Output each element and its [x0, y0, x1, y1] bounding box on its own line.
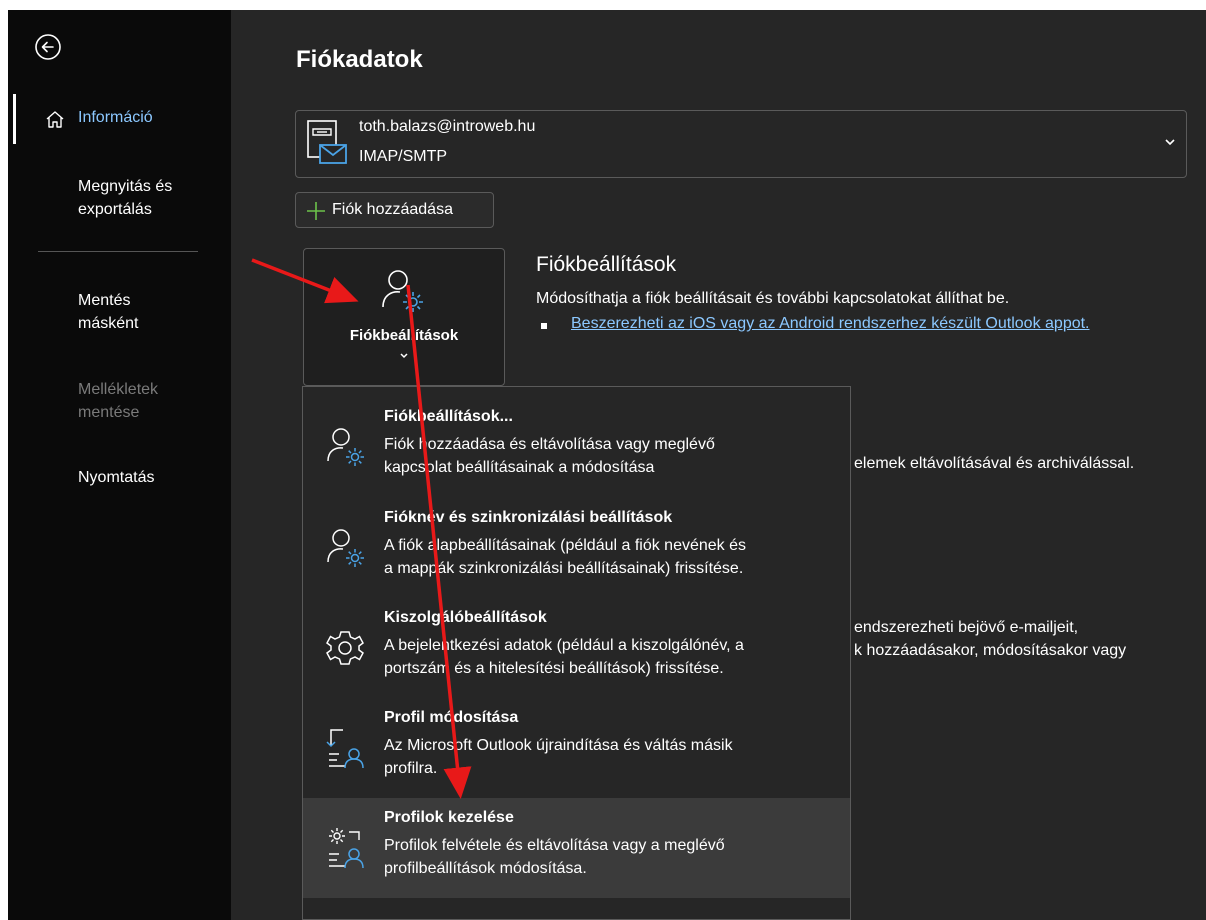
- menu-item-desc-line: a mappák szinkronizálási beállításainak)…: [384, 560, 744, 577]
- chevron-down-icon: [1165, 139, 1175, 146]
- nav-item-save-as-line2: másként: [78, 315, 139, 332]
- sidebar-divider: [38, 251, 198, 252]
- nav-item-info[interactable]: Információ: [8, 94, 231, 144]
- menu-item-desc-line: kapcsolat beállításainak a módosítása: [384, 459, 655, 476]
- account-settings-tile-label: Fiókbeállítások: [349, 327, 459, 344]
- menu-item-desc-line: profilra.: [384, 760, 438, 777]
- menu-item-desc-line: Profilok felvétele és eltávolítása vagy …: [384, 837, 725, 854]
- menu-item-description: Az Microsoft Outlook újraindítása és vál…: [384, 734, 824, 780]
- active-indicator: [13, 94, 16, 144]
- back-arrow-icon: [35, 34, 61, 60]
- menu-item-title: Fióknév és szinkronizálási beállítások: [384, 509, 673, 526]
- section-description: Módosíthatja a fiók beállításait és tová…: [536, 290, 1010, 307]
- plus-icon: [307, 202, 325, 220]
- account-selector[interactable]: toth.balazs@introweb.hu IMAP/SMTP: [295, 110, 1187, 178]
- menu-item-manage-profiles[interactable]: Profilok kezelése Profilok felvétele és …: [303, 798, 850, 898]
- menu-item-server-settings[interactable]: Kiszolgálóbeállítások A bejelentkezési a…: [303, 598, 850, 698]
- bullet: [541, 323, 547, 329]
- switch-profile-icon: [326, 729, 364, 769]
- add-account-label: Fiók hozzáadása: [332, 201, 453, 218]
- menu-item-description: Fiók hozzáadása és eltávolítása vagy meg…: [384, 433, 824, 479]
- menu-item-title: Kiszolgálóbeállítások: [384, 609, 547, 626]
- nav-item-open-export-line1: Megnyitás és: [78, 178, 173, 195]
- outlook-app-link[interactable]: Beszerezheti az iOS vagy az Android rend…: [571, 315, 1090, 333]
- menu-item-desc-line: portszám és a hitelesítési beállítások) …: [384, 660, 724, 677]
- nav-item-print[interactable]: Nyomtatás: [78, 466, 154, 489]
- account-settings-button[interactable]: Fiókbeállítások: [303, 248, 505, 386]
- nav-item-save-as[interactable]: Mentés másként: [78, 289, 138, 335]
- nav-item-open-export[interactable]: Megnyitás és exportálás: [78, 175, 172, 221]
- menu-item-desc-line: A fiók alapbeállításainak (például a fió…: [384, 537, 747, 554]
- nav-item-save-attachments: Mellékletek mentése: [78, 378, 158, 424]
- nav-item-save-attachments-line2: mentése: [78, 404, 140, 421]
- gear-icon: [326, 631, 364, 665]
- account-email: toth.balazs@introweb.hu: [359, 118, 536, 135]
- sidebar: Információ Megnyitás és exportálás Menté…: [8, 10, 231, 920]
- page-title: Fiókadatok: [296, 46, 423, 73]
- menu-item-title: Profilok kezelése: [384, 809, 514, 826]
- menu-item-desc-line: profilbeállítások módosítása.: [384, 860, 587, 877]
- person-gear-icon: [382, 270, 423, 312]
- menu-item-description: A fiók alapbeállításainak (például a fió…: [384, 534, 824, 580]
- account-type: IMAP/SMTP: [359, 148, 448, 165]
- menu-item-desc-line: Fiók hozzáadása és eltávolítása vagy meg…: [384, 436, 715, 453]
- menu-item-title: Profil módosítása: [384, 709, 519, 726]
- back-button[interactable]: [33, 32, 63, 62]
- chevron-down-icon: [400, 353, 408, 359]
- nav-item-info-label: Információ: [78, 109, 153, 126]
- menu-item-description: Profilok felvétele és eltávolítása vagy …: [384, 834, 824, 880]
- account-settings-menu: Fiókbeállítások... Fiók hozzáadása és el…: [302, 386, 851, 920]
- add-account-button[interactable]: Fiók hozzáadása: [295, 192, 494, 228]
- nav-item-open-export-line2: exportálás: [78, 201, 152, 218]
- menu-item-description: A bejelentkezési adatok (például a kiszo…: [384, 634, 824, 680]
- menu-item-desc-line: A bejelentkezési adatok (például a kiszo…: [384, 637, 744, 654]
- person-gear-icon: [327, 428, 364, 466]
- menu-item-account-name-sync[interactable]: Fióknév és szinkronizálási beállítások A…: [303, 498, 850, 598]
- person-gear-icon: [327, 529, 364, 567]
- menu-item-account-settings[interactable]: Fiókbeállítások... Fiók hozzáadása és el…: [303, 397, 850, 497]
- nav-item-save-as-line1: Mentés: [78, 292, 131, 309]
- manage-profiles-icon: [329, 828, 364, 869]
- menu-item-change-profile[interactable]: Profil módosítása Az Microsoft Outlook ú…: [303, 698, 850, 798]
- account-mailbox-icon: [307, 120, 347, 164]
- background-text-3: k hozzáadásakor, módosításakor vagy: [854, 642, 1127, 659]
- section-heading: Fiókbeállítások: [536, 253, 677, 276]
- home-icon: [46, 111, 64, 128]
- outlook-backstage: Információ Megnyitás és exportálás Menté…: [8, 10, 1206, 920]
- menu-item-desc-line: Az Microsoft Outlook újraindítása és vál…: [384, 737, 733, 754]
- nav-item-save-attachments-line1: Mellékletek: [78, 381, 159, 398]
- background-text-1: elemek eltávolításával és archiválással.: [854, 455, 1135, 472]
- menu-item-title: Fiókbeállítások...: [384, 408, 513, 425]
- background-text-2: endszerezheti bejövő e-mailjeit,: [854, 619, 1079, 636]
